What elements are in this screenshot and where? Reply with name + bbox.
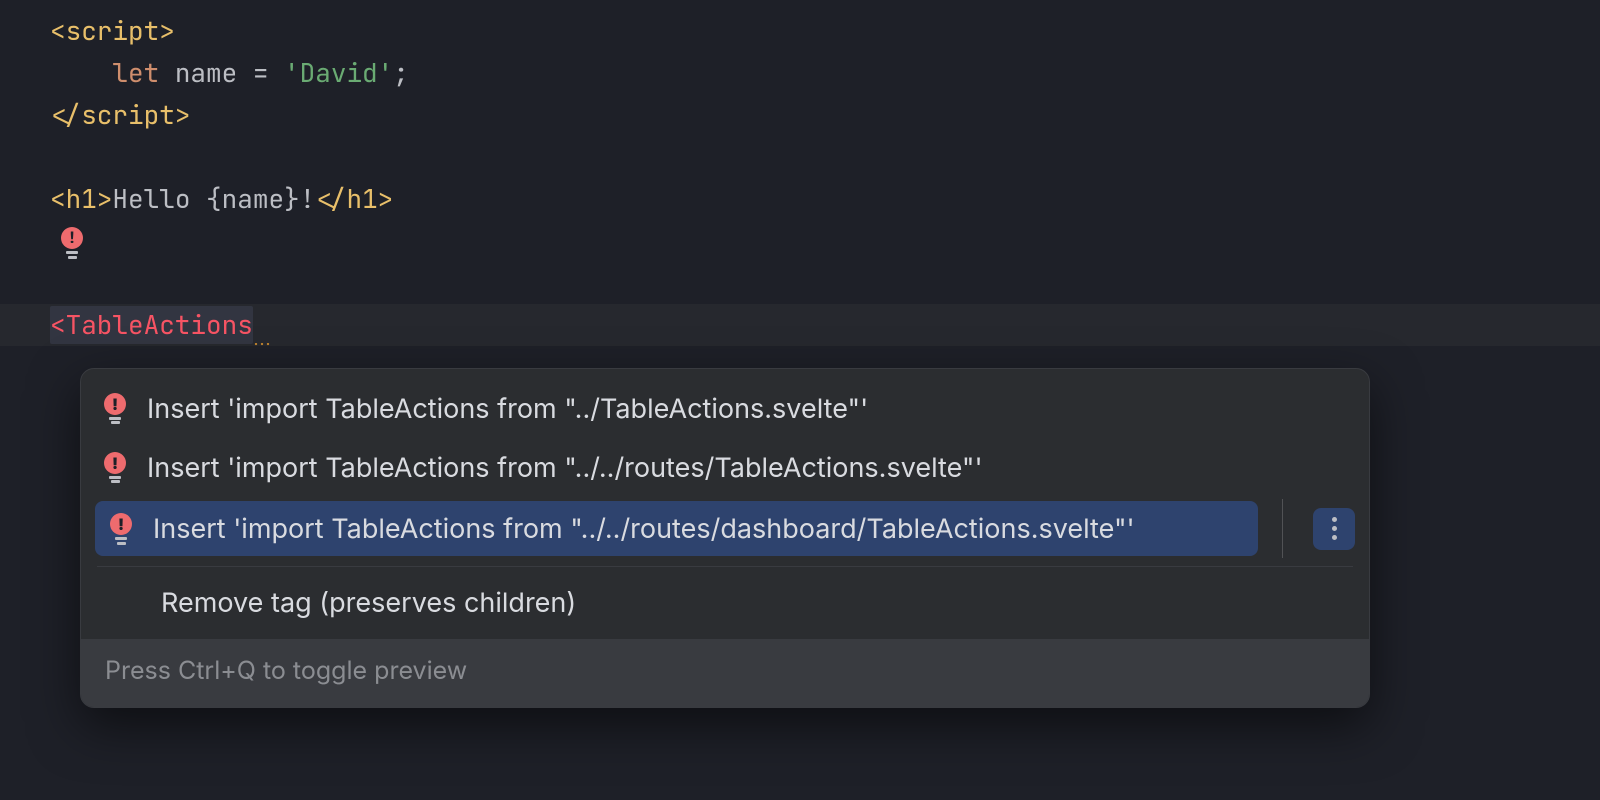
code-line-empty[interactable] [0,262,1600,304]
tag-open-bracket: < [50,12,66,50]
text-content: Hello [112,180,206,218]
bulb-base-icon [68,256,77,259]
popup-separator [97,566,1353,567]
code-line[interactable]: let name = 'David'; [0,52,1600,94]
intention-item-selected[interactable]: ! Insert 'import TableActions from "../.… [81,497,1369,560]
bulb-base-icon [111,480,120,483]
brace-close: } [284,180,300,218]
error-squiggle-icon [253,306,269,344]
brace-open: { [206,180,222,218]
indent [50,54,112,92]
intention-popup: ! Insert 'import TableActions from "../T… [80,368,1370,708]
bulb-base-icon [117,542,126,545]
text-content: ! [300,180,316,218]
intention-item-label: Insert 'import TableActions from "../../… [147,448,983,487]
string-value: David [300,54,378,92]
bulb-base-icon [115,537,127,540]
popup-footer-hint: Press Ctrl+Q to toggle preview [81,639,1369,707]
gutter-bulb-row[interactable]: ! [0,220,1600,262]
tag-close-bracket: > [378,180,394,218]
kebab-icon [1332,517,1337,540]
code-line[interactable]: <script> [0,10,1600,52]
tag-name: script [81,96,175,134]
intention-item[interactable]: ! Insert 'import TableActions from "../T… [81,379,1369,438]
bulb-head-icon: ! [110,513,132,535]
code-editor[interactable]: <script> let name = 'David'; </script> <… [0,0,1600,800]
intention-item-label: Remove tag (preserves children) [161,583,576,622]
tag-name: h1 [66,180,97,218]
vertical-divider [1282,499,1283,558]
bulb-base-icon [109,476,121,479]
tag-open-bracket: </ [315,180,346,218]
operator-equals: = [237,54,284,92]
tag-open-bracket: < [50,180,66,218]
intention-bulb-icon: ! [107,513,135,545]
bulb-head-icon: ! [104,452,126,474]
intention-bulb-icon: ! [101,452,129,484]
tag-open-bracket: </ [50,96,81,134]
intention-bulb-icon[interactable]: ! [58,227,86,259]
expression: name [222,180,284,218]
semicolon: ; [393,54,409,92]
component-name-error: TableActions [66,307,253,342]
bulb-base-icon [66,251,78,254]
tag-name: h1 [346,180,377,218]
identifier: name [175,54,237,92]
code-line-current[interactable]: <TableActions [0,304,1600,346]
code-line[interactable]: <h1>Hello {name}!</h1> [0,178,1600,220]
bulb-base-icon [111,421,120,424]
intention-item-label: Insert 'import TableActions from "../Tab… [147,389,868,428]
tag-open-bracket: < [50,307,66,342]
string-quote: ' [284,54,300,92]
code-line-empty[interactable] [0,136,1600,178]
keyword-let: let [112,54,159,92]
tag-close-bracket: > [175,96,191,134]
string-quote: ' [378,54,394,92]
bulb-base-icon [109,417,121,420]
tag-close-bracket: > [97,180,113,218]
bulb-head-icon: ! [104,393,126,415]
intention-item-label: Insert 'import TableActions from "../../… [153,509,1135,548]
code-line[interactable]: </script> [0,94,1600,136]
tag-close-bracket: > [159,12,175,50]
tag-name: script [66,12,160,50]
more-options-button[interactable] [1313,508,1355,550]
intention-bulb-icon: ! [101,393,129,425]
footer-hint-text: Press Ctrl+Q to toggle preview [105,656,467,686]
bulb-head-icon: ! [61,227,83,249]
intention-item[interactable]: Remove tag (preserves children) [81,573,1369,632]
intention-item[interactable]: ! Insert 'import TableActions from "../.… [81,438,1369,497]
